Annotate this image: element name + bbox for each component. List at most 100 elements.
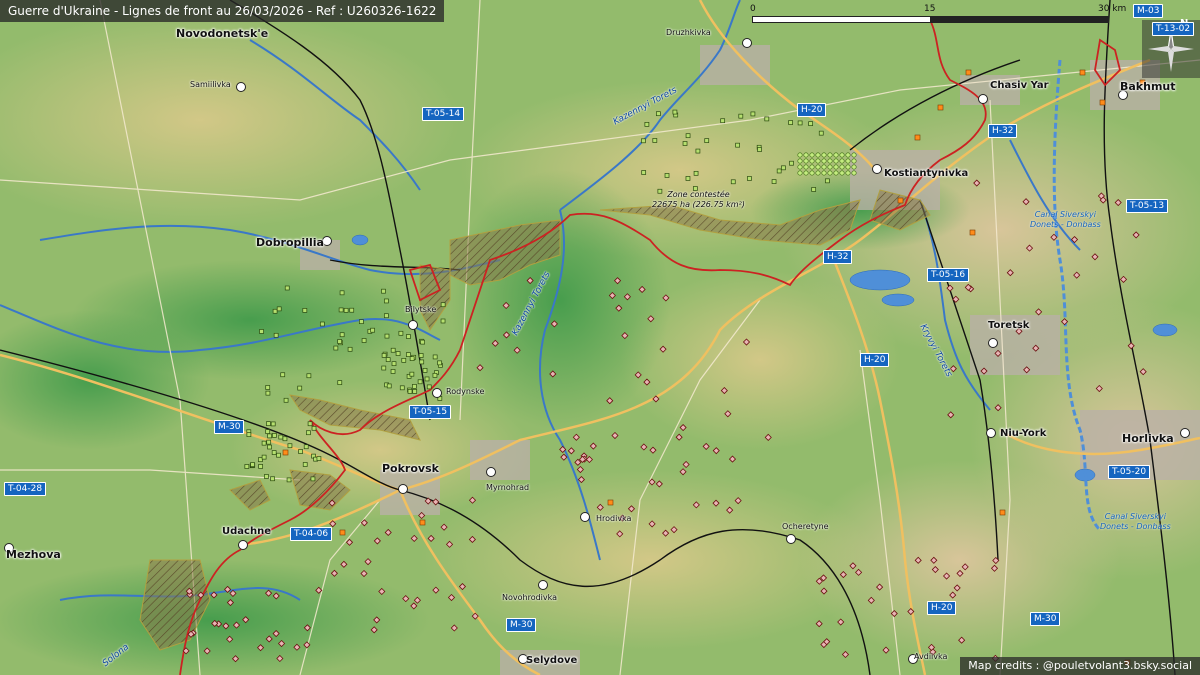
city-marker[interactable] [486,467,496,477]
contested-zone-label: Zone contestée 22675 ha (226.75 km²) [652,190,745,210]
city-marker[interactable] [236,82,246,92]
ukr-unit-marker-icon [781,165,786,171]
ukr-position-dot-icon [827,158,833,164]
city-marker[interactable] [398,484,408,494]
ru-unit-marker-icon [820,587,828,595]
ukr-unit-marker-icon [261,440,267,446]
ukr-unit-marker-icon [437,360,442,366]
ru-unit-marker-icon [947,411,955,419]
ukr-unit-marker-icon [303,444,309,450]
city-marker[interactable] [538,580,548,590]
ru-unit-marker-icon [712,447,720,455]
ru-unit-marker-icon [560,453,568,461]
ru-unit-marker-icon [549,370,557,378]
ukr-position-dot-icon [833,158,839,164]
ukr-unit-marker-icon [284,285,290,291]
ukr-position-dot-icon [797,164,803,170]
ru-unit-marker-icon [980,367,988,375]
map-canvas[interactable]: Guerre d'Ukraine - Lignes de front au 26… [0,0,1200,675]
ru-unit-marker-icon [468,496,477,504]
ru-unit-marker-icon [652,395,660,403]
ru-unit-marker-icon [931,565,939,574]
ukr-position-dot-icon [827,170,833,176]
city-marker[interactable] [432,388,442,398]
ukr-unit-marker-icon [390,369,396,374]
ru-unit-marker-icon [724,410,732,418]
ru-unit-marker-icon [1139,368,1147,376]
ukr-position-dot-icon [839,158,845,164]
city-marker[interactable] [978,94,988,104]
road-badge-m30-south: M-30 [506,618,537,632]
ukr-position-dot-icon [797,158,803,164]
ru-unit-marker-icon [567,447,575,455]
city-marker[interactable] [988,338,998,348]
ru-unit-marker-icon [210,591,218,599]
ru-unit-marker-icon [303,641,311,649]
ukr-position-dot-icon [839,164,845,170]
city-marker[interactable] [580,512,590,522]
scale-label-start: 0 [750,4,756,14]
city-marker[interactable] [986,428,996,438]
ukr-unit-marker-icon [265,429,271,434]
city-label-samiilivka: Samiilivka [190,80,231,89]
city-label-ocheretyne: Ocheretyne [782,522,829,531]
ukr-unit-marker-icon [333,345,339,351]
city-label-hrodivka: Hrodivka [596,514,632,523]
ru-unit-marker-icon [329,520,337,528]
city-marker[interactable] [742,38,752,48]
ru-unit-marker-icon [315,586,323,594]
ukr-position-dot-icon [845,170,851,176]
ukr-unit-marker-icon [730,179,736,185]
ukr-unit-marker-icon [391,361,397,367]
city-marker[interactable] [1180,428,1190,438]
city-label-novodonetske: Novodonetsk'e [176,27,269,40]
ukr-unit-marker-icon [672,109,678,115]
scale-label-end: 30 km [1098,4,1127,14]
ru-unit-marker-icon [649,446,657,454]
ru-unit-marker-icon [882,646,890,654]
city-label-chasiv-yar: Chasiv Yar [990,80,1049,91]
ru-unit-marker-icon [402,595,410,603]
ru-unit-marker-icon [907,607,915,616]
ru-unit-marker-icon [373,537,381,545]
ukr-position-dot-icon [839,170,845,176]
scale-bar-graphic [752,16,1109,23]
ukr-position-dot-icon [845,164,851,170]
ukr-unit-marker-icon [319,321,325,327]
city-marker[interactable] [786,534,796,544]
ru-unit-marker-icon [958,636,966,644]
ukr-position-dot-icon [851,152,857,158]
city-marker[interactable] [872,164,882,174]
ru-unit-marker-icon [413,596,421,604]
ukr-unit-marker-icon [406,334,411,339]
city-marker[interactable] [238,540,248,550]
unit-markers-layer [182,69,1147,666]
ukr-unit-marker-icon [302,308,308,313]
ru-unit-marker-icon [447,593,456,602]
city-label-udachne: Udachne [222,526,271,537]
ukr-unit-marker-icon [407,389,413,394]
ukr-unit-marker-icon [386,383,392,389]
city-marker[interactable] [408,320,418,330]
road-badge-t1302: T-13-02 [1152,22,1195,36]
ukr-unit-marker-icon [695,148,701,154]
ru-unit-marker-icon [572,433,580,441]
city-label-toretsk: Toretsk [988,320,1030,331]
ru-unit-marker-icon [1132,231,1140,239]
road-badge-h20-mid: H-20 [860,353,890,367]
ru-unit-marker-icon [634,371,642,379]
ukr-unit-marker-icon [266,439,272,445]
ru-unit-marker-icon [410,602,418,610]
ukr-unit-marker-icon [246,432,252,437]
ukr-unit-marker-icon [361,338,367,343]
ukr-unit-marker-icon [302,462,308,467]
ru-unit-marker-icon [839,571,847,579]
ru-unit-marker-icon [257,644,265,652]
ukr-position-dot-icon [821,152,827,158]
ru-unit-marker-icon [476,364,484,372]
ru-unit-marker-icon [345,538,354,546]
ukr-unit-marker-icon [432,372,438,378]
ukr-unit-marker-icon [276,306,282,312]
ukr-unit-marker-icon [310,476,316,482]
ukr-unit-marker-icon [440,318,446,324]
